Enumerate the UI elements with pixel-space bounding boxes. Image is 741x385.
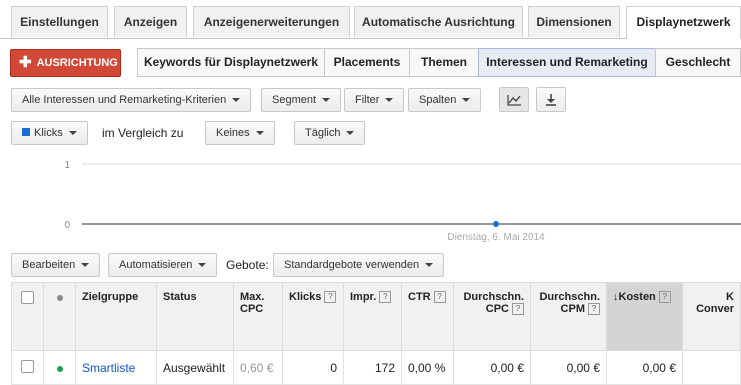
help-icon[interactable]: ?	[433, 291, 446, 303]
audience-link[interactable]: Smartliste	[75, 350, 157, 385]
subtab-placements[interactable]: Placements	[324, 48, 410, 77]
chevron-down-icon	[425, 263, 434, 268]
series-color-swatch	[22, 128, 30, 136]
help-icon[interactable]: ?	[512, 303, 524, 315]
subtab-keywords[interactable]: Keywords für Displaynetzwerk	[137, 48, 325, 77]
cost-cell: 0,00 €	[606, 350, 683, 385]
header-conversions[interactable]: K Conver	[682, 282, 741, 351]
automate-label: Automatisieren	[119, 259, 193, 271]
compare-value: Keines	[216, 127, 250, 139]
chevron-down-icon	[322, 98, 331, 103]
data-point	[493, 221, 499, 227]
segment-label: Segment	[272, 94, 317, 106]
columns-label: Spalten	[419, 94, 457, 106]
header-kosten[interactable]: ↓Kosten?	[606, 282, 683, 351]
chevron-down-icon	[346, 131, 355, 136]
x-tick-label: Dienstag, 6. Mai 2014	[447, 232, 545, 243]
tab-bar: Einstellungen Anzeigen Anzeigenerweiteru…	[0, 0, 741, 39]
select-all-header	[11, 282, 44, 351]
filter-label: Filter	[355, 94, 380, 106]
clicks-cell: 0	[282, 350, 344, 385]
y-tick-label: 1	[64, 160, 70, 171]
tab-automatische-ausrichtung[interactable]: Automatische Ausrichtung	[354, 6, 523, 37]
columns-dropdown[interactable]: Spalten	[408, 88, 482, 112]
chevron-down-icon	[198, 263, 207, 268]
chevron-down-icon	[385, 98, 394, 103]
plus-icon: ✚	[19, 54, 32, 71]
help-icon[interactable]: ?	[588, 303, 600, 315]
compare-dropdown[interactable]: Keines	[205, 121, 275, 145]
status-dot-header	[43, 282, 76, 351]
help-icon[interactable]: ?	[324, 291, 337, 303]
select-all-checkbox[interactable]	[21, 291, 34, 304]
automate-dropdown[interactable]: Automatisieren	[108, 253, 218, 277]
conversions-cell	[682, 350, 741, 385]
header-status[interactable]: Status	[156, 282, 234, 351]
tab-dimensionen[interactable]: Dimensionen	[528, 6, 620, 37]
avg-cpm-cell: 0,00 €	[530, 350, 607, 385]
impr-cell: 172	[343, 350, 402, 385]
tab-einstellungen[interactable]: Einstellungen	[11, 6, 108, 37]
row-select-cell	[11, 350, 44, 385]
y-tick-label: 0	[64, 220, 70, 231]
tab-anzeigen[interactable]: Anzeigen	[114, 6, 187, 37]
filter-dropdown[interactable]: Filter	[344, 88, 405, 112]
avg-cpc-cell: 0,00 €	[453, 350, 531, 385]
line-chart-icon	[507, 95, 521, 106]
header-impr[interactable]: Impr.?	[343, 282, 402, 351]
criteria-filter-label: Alle Interessen und Remarketing-Kriterie…	[22, 94, 227, 106]
header-klicks[interactable]: Klicks?	[282, 282, 344, 351]
bids-value: Standardgebote verwenden	[284, 259, 420, 271]
row-status-cell	[43, 350, 76, 385]
period-dropdown[interactable]: Täglich	[294, 121, 366, 145]
subtab-themen[interactable]: Themen	[409, 48, 479, 77]
header-avg-cpc[interactable]: Durchschn. CPC?	[453, 282, 531, 351]
tab-anzeigenerweiterungen[interactable]: Anzeigenerweiterungen	[193, 6, 350, 37]
header-ctr[interactable]: CTR?	[401, 282, 454, 351]
chevron-down-icon	[255, 131, 264, 136]
bids-dropdown[interactable]: Standardgebote verwenden	[273, 253, 445, 277]
download-icon	[546, 94, 556, 106]
bids-label: Gebote:	[226, 258, 269, 272]
tab-displaynetzwerk[interactable]: Displaynetzwerk	[626, 6, 741, 39]
help-icon[interactable]: ?	[658, 291, 671, 303]
table-row: Smartliste Ausgewählt 0,60 € 0 172 0,00 …	[11, 350, 741, 385]
header-klicks-label: Klicks	[289, 291, 322, 303]
period-label: Täglich	[305, 127, 341, 139]
status-cell: Ausgewählt	[156, 350, 234, 385]
download-button[interactable]	[536, 87, 566, 112]
status-enabled-icon[interactable]	[56, 365, 63, 372]
performance-chart: 1 0 Dienstag, 6. Mai 2014	[64, 160, 741, 243]
add-targeting-button[interactable]: ✚ AUSRICHTUNG	[10, 49, 121, 77]
edit-label: Bearbeiten	[22, 259, 76, 271]
header-max-cpc[interactable]: Max. CPC	[233, 282, 283, 351]
header-zielgruppe[interactable]: Zielgruppe	[75, 282, 157, 351]
chart-toggle-button[interactable]	[499, 87, 529, 112]
status-dot-icon	[56, 295, 63, 301]
ctr-cell: 0,00 %	[401, 350, 454, 385]
table-header-row: Zielgruppe Status Max. CPC Klicks? Impr.…	[11, 282, 741, 351]
segment-dropdown[interactable]: Segment	[261, 88, 342, 112]
add-targeting-label: AUSRICHTUNG	[36, 57, 118, 69]
metric-label: Klicks	[34, 127, 63, 139]
chevron-down-icon	[232, 98, 241, 103]
targeting-table: Zielgruppe Status Max. CPC Klicks? Impr.…	[11, 282, 741, 385]
chevron-down-icon	[81, 263, 90, 268]
subtab-interessen-remarketing[interactable]: Interessen und Remarketing	[478, 48, 656, 77]
edit-dropdown[interactable]: Bearbeiten	[11, 253, 101, 277]
help-icon[interactable]: ?	[379, 291, 392, 303]
header-ctr-label: CTR	[408, 291, 431, 303]
chevron-down-icon	[462, 98, 471, 103]
row-checkbox[interactable]	[21, 359, 34, 373]
header-avg-cpm[interactable]: Durchschn. CPM?	[530, 282, 607, 351]
metric-dropdown[interactable]: Klicks	[11, 121, 88, 145]
header-kosten-label: Kosten	[618, 291, 656, 303]
criteria-filter-dropdown[interactable]: Alle Interessen und Remarketing-Kriterie…	[11, 88, 252, 112]
subtab-geschlecht[interactable]: Geschlecht	[655, 48, 741, 77]
max-cpc-cell[interactable]: 0,60 €	[233, 350, 283, 385]
compare-label: im Vergleich zu	[102, 126, 184, 140]
chevron-down-icon	[68, 131, 77, 136]
header-impr-label: Impr.	[350, 291, 377, 303]
